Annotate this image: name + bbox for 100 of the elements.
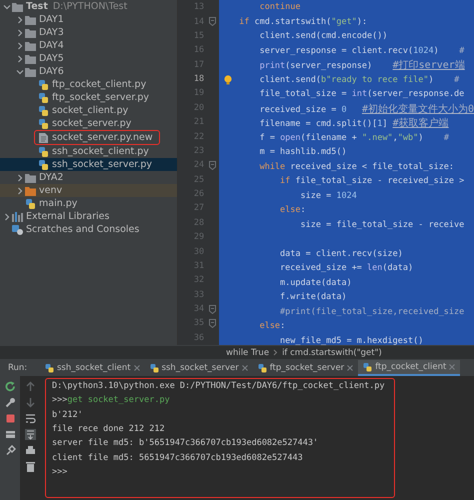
item-label: DAY6 bbox=[39, 66, 64, 77]
python-file-icon bbox=[38, 106, 49, 116]
folder-icon bbox=[25, 54, 36, 64]
item-label: Test bbox=[26, 1, 48, 12]
scratches-icon bbox=[12, 224, 23, 234]
run-tab[interactable]: ftp_socket_server bbox=[252, 360, 358, 376]
tree-item[interactable]: Test D:\PYTHON\Test bbox=[0, 0, 178, 13]
panel-title: Run: bbox=[7, 363, 28, 373]
trash-icon bbox=[24, 461, 36, 472]
console-line: file rece done 212 212 bbox=[52, 423, 166, 436]
tree-item[interactable]: External Libraries bbox=[0, 210, 178, 223]
folder-icon bbox=[25, 186, 36, 196]
tree-item[interactable]: ftp_cocket_client.py bbox=[0, 78, 178, 91]
python-file-icon bbox=[38, 92, 49, 102]
console-line: >>> bbox=[52, 466, 68, 479]
breadcrumb[interactable]: if cmd.startswith("get") bbox=[282, 348, 382, 358]
tree-item[interactable]: socket_server.py.new bbox=[0, 130, 178, 145]
tree-item[interactable]: DAY6 bbox=[0, 65, 178, 78]
line-number: 18 bbox=[194, 74, 204, 84]
item-label: socket_server.py bbox=[52, 118, 132, 129]
pin-icon bbox=[4, 445, 16, 456]
code-line: received_size = 0 #初始化变量文件大小为0 bbox=[258, 102, 474, 116]
item-label: socket_server.py.new bbox=[52, 132, 153, 143]
run-tab[interactable]: ftp_cocket_client bbox=[358, 360, 460, 376]
tree-item[interactable]: socket_server.py bbox=[0, 117, 178, 130]
tree-item[interactable]: DAY3 bbox=[0, 26, 178, 39]
python-icon bbox=[45, 364, 54, 372]
item-label: venv bbox=[39, 185, 62, 196]
code-line: continue bbox=[258, 2, 301, 12]
folder-icon bbox=[25, 28, 36, 38]
code-line: if file_total_size - received_size > bbox=[279, 176, 464, 186]
run-tab[interactable]: ssh_socket_server bbox=[144, 360, 253, 376]
file-icon bbox=[38, 132, 49, 142]
code-line: server_response = client.recv(1024) # bbox=[258, 46, 464, 56]
tree-item[interactable]: ssh_socket_server.py bbox=[0, 158, 178, 171]
code-line: print(server_response) #打印server端 bbox=[258, 58, 465, 72]
item-label: ssh_socket_client.py bbox=[52, 146, 149, 157]
item-label: Scratches and Consoles bbox=[26, 224, 140, 235]
python-icon bbox=[150, 364, 159, 372]
wrench-icon bbox=[4, 397, 16, 408]
down-arrow-icon bbox=[24, 397, 36, 408]
code-line: m.update(data) bbox=[279, 278, 352, 288]
code-line: if cmd.startswith("get"): bbox=[239, 16, 368, 27]
item-label: ssh_socket_server.py bbox=[52, 159, 152, 170]
console-line: server file md5: b'5651947c366707cb193ed6082e527443' bbox=[52, 437, 320, 450]
item-label: socket_client.py bbox=[52, 105, 128, 116]
run-tab[interactable]: ssh_socket_client bbox=[40, 360, 145, 376]
code-line: while received_size < file_total_size: bbox=[258, 162, 454, 172]
code-line: client.send(b"ready to rece file") # bbox=[258, 74, 460, 85]
item-label: DAY4 bbox=[39, 40, 64, 51]
close-icon bbox=[449, 364, 456, 370]
python-file-icon bbox=[38, 160, 49, 170]
item-label: DAY5 bbox=[39, 53, 64, 64]
code-line: size = file_total_size - receive bbox=[300, 220, 464, 230]
rerun-icon bbox=[4, 381, 16, 392]
chevron-icon bbox=[273, 349, 278, 356]
code-line: m = hashlib.md5() bbox=[258, 147, 347, 158]
item-label: DYA2 bbox=[39, 172, 64, 183]
item-label: DAY3 bbox=[39, 27, 64, 38]
breadcrumb[interactable]: while True bbox=[226, 348, 270, 358]
code-line: data = client.recv(size) bbox=[279, 248, 403, 259]
folder-icon bbox=[12, 2, 23, 12]
tree-item[interactable]: DYA2 bbox=[0, 171, 178, 184]
console-line: >>>get socket_server.py bbox=[52, 394, 171, 408]
code-line: else: bbox=[258, 321, 286, 332]
console-line: D:\python3.10\python.exe D:/PYTHON/Test/DAY6/ftp_cocket_client.py bbox=[52, 380, 385, 394]
tree-item[interactable]: ftp_socket_server.py bbox=[0, 91, 178, 104]
tree-item[interactable]: DAY1 bbox=[0, 13, 178, 26]
code-line: else: bbox=[279, 205, 306, 216]
item-label: External Libraries bbox=[26, 211, 110, 222]
code-line: client.send(cmd.encode()) bbox=[258, 31, 388, 42]
printer-icon bbox=[24, 445, 36, 456]
folder-icon bbox=[25, 66, 36, 76]
python-icon bbox=[258, 364, 267, 372]
code-line: size = 1024 bbox=[300, 190, 357, 201]
tree-item[interactable]: main.py bbox=[0, 197, 178, 210]
console-line: client file md5: 5651947c366707cb193ed6082e527443 bbox=[52, 452, 304, 465]
python-icon bbox=[363, 362, 372, 372]
item-label: ftp_socket_server.py bbox=[52, 92, 150, 103]
tree-item[interactable]: venv bbox=[0, 184, 178, 197]
tree-item[interactable]: socket_client.py bbox=[0, 104, 178, 117]
python-file-icon bbox=[25, 198, 36, 208]
folder-icon bbox=[25, 40, 36, 50]
folder-icon bbox=[25, 14, 36, 24]
close-icon bbox=[134, 365, 140, 371]
tree-item[interactable]: DAY4 bbox=[0, 39, 178, 52]
python-file-icon bbox=[38, 80, 49, 90]
code-line: f = open(filename + ".new","wb") # bbox=[258, 132, 450, 143]
scroll-to-end-icon bbox=[24, 429, 36, 440]
code-line: #print(file_total_size,received_size bbox=[279, 306, 464, 317]
console-line: b'212' bbox=[52, 408, 84, 422]
python-file-icon bbox=[38, 118, 49, 128]
tree-item[interactable]: Scratches and Consoles bbox=[0, 223, 178, 236]
item-label: main.py bbox=[39, 198, 78, 209]
library-icon bbox=[12, 212, 23, 222]
item-label: DAY1 bbox=[39, 14, 64, 25]
code-line: file_total_size = int(server_response.de bbox=[258, 89, 464, 100]
code-line: received_size += len(data) bbox=[279, 263, 414, 274]
tree-item[interactable]: ssh_socket_client.py bbox=[0, 145, 178, 158]
tree-item[interactable]: DAY5 bbox=[0, 52, 178, 65]
